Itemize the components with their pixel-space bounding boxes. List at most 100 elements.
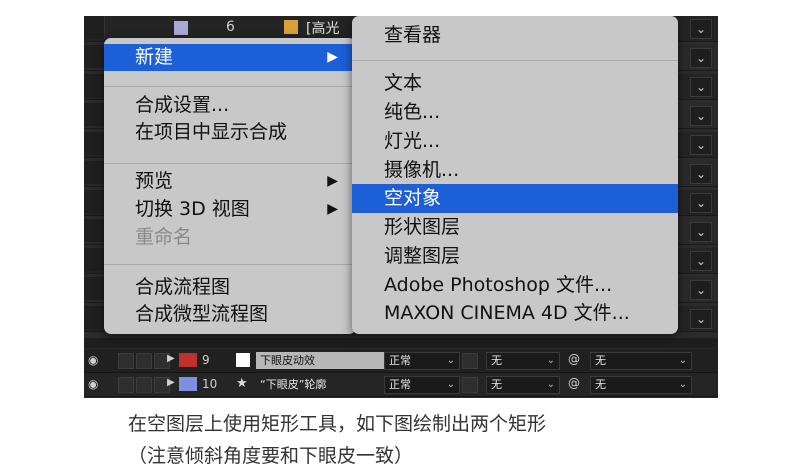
submenu-item-text[interactable]: 文本 [352, 70, 678, 97]
menu-item-composition-flowchart[interactable]: 合成流程图 [104, 274, 356, 301]
menu-item-label: 查看器 [384, 24, 442, 46]
submenu-item-photoshop-file[interactable]: Adobe Photoshop 文件... [352, 272, 678, 299]
solo-switch[interactable] [136, 377, 152, 393]
menu-item-reveal-in-project[interactable]: 在项目中显示合成 [104, 119, 356, 146]
expand-triangle-icon[interactable]: ▶ [167, 377, 175, 388]
label-color-swatch[interactable] [179, 353, 197, 367]
menu-item-preview[interactable]: 预览 ▶ [104, 168, 356, 195]
menu-item-label: 空对象 [384, 187, 442, 209]
chevron-down-icon: ⌄ [546, 355, 555, 366]
track-matte-value: 无 [491, 378, 502, 391]
menu-item-label: 摄像机... [384, 159, 460, 181]
menu-item-label: 合成流程图 [135, 276, 231, 298]
row-switch[interactable] [84, 277, 105, 300]
submenu-item-camera[interactable]: 摄像机... [352, 157, 678, 184]
row-switch[interactable] [84, 74, 105, 97]
ae-screenshot: 6 [高光 ⌄ ⌄ ⌄ ⌄ ⌄ ⌄ ⌄ ⌄ ⌄ ⌄ ⌄ ◉ ▶ 9 下眼皮动效 … [84, 16, 718, 398]
submenu-item-null-object[interactable]: 空对象 [352, 184, 678, 213]
submenu-item-viewer[interactable]: 查看器 [352, 22, 678, 49]
shape-layer-star-icon: ★ [236, 376, 248, 391]
chevron-down-icon[interactable]: ⌄ [690, 280, 712, 300]
timeline-separator [84, 338, 718, 348]
eye-icon[interactable]: ◉ [88, 377, 98, 391]
pickwhip-icon[interactable]: @ [568, 352, 580, 366]
submenu-item-solid[interactable]: 纯色... [352, 99, 678, 126]
row-switch[interactable] [84, 16, 105, 39]
eye-icon[interactable]: ◉ [88, 353, 98, 367]
menu-separator [104, 86, 356, 87]
menu-item-composition-mini-flowchart[interactable]: 合成微型流程图 [104, 301, 356, 328]
chevron-down-icon[interactable]: ⌄ [690, 251, 712, 271]
chevron-down-icon[interactable]: ⌄ [690, 77, 712, 97]
submenu-arrow-icon: ▶ [327, 49, 338, 65]
menu-item-label: 合成微型流程图 [135, 303, 269, 325]
blend-mode-value: 正常 [389, 378, 411, 391]
expand-triangle-icon[interactable]: ▶ [167, 353, 175, 364]
menu-item-label: 预览 [135, 170, 174, 192]
pickwhip-icon[interactable]: @ [568, 376, 580, 390]
caption: 在空图层上使用矩形工具，如下图绘制出两个矩形 （注意倾斜角度要和下眼皮一致） [128, 408, 546, 472]
submenu-arrow-icon: ▶ [327, 201, 338, 217]
parent-value: 无 [595, 354, 606, 367]
menu-separator [104, 264, 356, 265]
menu-item-label: Adobe Photoshop 文件... [384, 274, 613, 296]
parent-select[interactable]: 无 ⌄ [590, 376, 692, 394]
menu-item-label: 文本 [384, 72, 423, 94]
chevron-down-icon: ⌄ [446, 379, 455, 390]
menu-item-label: 合成设置... [135, 94, 230, 116]
caption-line-1: 在空图层上使用矩形工具，如下图绘制出两个矩形 [128, 413, 547, 435]
submenu-arrow-icon: ▶ [327, 173, 338, 189]
submenu-item-adjustment-layer[interactable]: 调整图层 [352, 243, 678, 270]
preserve-transparency-switch[interactable] [462, 353, 478, 369]
parent-value: 无 [595, 378, 606, 391]
submenu-item-light[interactable]: 灯光... [352, 128, 678, 155]
layer-name[interactable]: “下眼皮”轮廓 [256, 376, 384, 393]
context-menu: 新建 ▶ 合成设置... 在项目中显示合成 预览 ▶ 切换 3D 视图 ▶ 重命… [104, 38, 356, 334]
row-switch[interactable] [84, 132, 105, 155]
menu-item-new[interactable]: 新建 ▶ [104, 44, 356, 71]
track-matte-select[interactable]: 无 ⌄ [486, 352, 560, 370]
preserve-transparency-switch[interactable] [462, 377, 478, 393]
menu-item-switch-3d-view[interactable]: 切换 3D 视图 ▶ [104, 196, 356, 223]
chevron-down-icon[interactable]: ⌄ [690, 193, 712, 213]
audio-switch[interactable] [118, 353, 134, 369]
menu-item-label: 调整图层 [384, 245, 461, 267]
row-switch[interactable] [84, 219, 105, 242]
chevron-down-icon[interactable]: ⌄ [690, 135, 712, 155]
chevron-down-icon[interactable]: ⌄ [690, 222, 712, 242]
label-color-swatch[interactable] [179, 377, 197, 391]
row-switch[interactable] [84, 248, 105, 271]
blend-mode-select[interactable]: 正常 ⌄ [384, 352, 460, 370]
row-switch[interactable] [84, 190, 105, 213]
new-submenu: 查看器 文本 纯色... 灯光... 摄像机... 空对象 形状图层 调整图层 … [352, 16, 678, 334]
menu-item-composition-settings[interactable]: 合成设置... [104, 92, 356, 119]
audio-switch[interactable] [118, 377, 134, 393]
menu-separator [104, 163, 356, 164]
menu-item-label: 形状图层 [384, 216, 461, 238]
parent-select[interactable]: 无 ⌄ [590, 352, 692, 370]
chevron-down-icon[interactable]: ⌄ [690, 48, 712, 68]
row-switch[interactable] [84, 45, 105, 68]
layer-type-icon [284, 20, 298, 34]
chevron-down-icon[interactable]: ⌄ [690, 164, 712, 184]
layer-name[interactable]: 下眼皮动效 [256, 352, 384, 369]
layer-row[interactable]: ◉ ▶ 10 ★ “下眼皮”轮廓 正常 ⌄ 无 ⌄ @ 无 ⌄ [84, 373, 718, 397]
blend-mode-select[interactable]: 正常 ⌄ [384, 376, 460, 394]
layer-number: 6 [226, 19, 235, 35]
chevron-down-icon[interactable]: ⌄ [690, 19, 712, 39]
row-switch[interactable] [84, 103, 105, 126]
chevron-down-icon[interactable]: ⌄ [690, 106, 712, 126]
row-switch[interactable] [84, 161, 105, 184]
solo-switch[interactable] [136, 353, 152, 369]
menu-item-label: 灯光... [384, 130, 441, 152]
chevron-down-icon[interactable]: ⌄ [690, 309, 712, 329]
track-matte-select[interactable]: 无 ⌄ [486, 376, 560, 394]
layer-row[interactable]: ◉ ▶ 9 下眼皮动效 正常 ⌄ 无 ⌄ @ 无 ⌄ [84, 349, 718, 373]
menu-item-label: 纯色... [384, 101, 441, 123]
menu-item-label: 切换 3D 视图 [135, 198, 250, 220]
menu-separator [352, 60, 678, 61]
row-switch[interactable] [84, 306, 105, 329]
submenu-item-cinema4d-file[interactable]: MAXON CINEMA 4D 文件... [352, 300, 678, 327]
submenu-item-shape-layer[interactable]: 形状图层 [352, 214, 678, 241]
menu-item-rename: 重命名 [104, 224, 356, 251]
